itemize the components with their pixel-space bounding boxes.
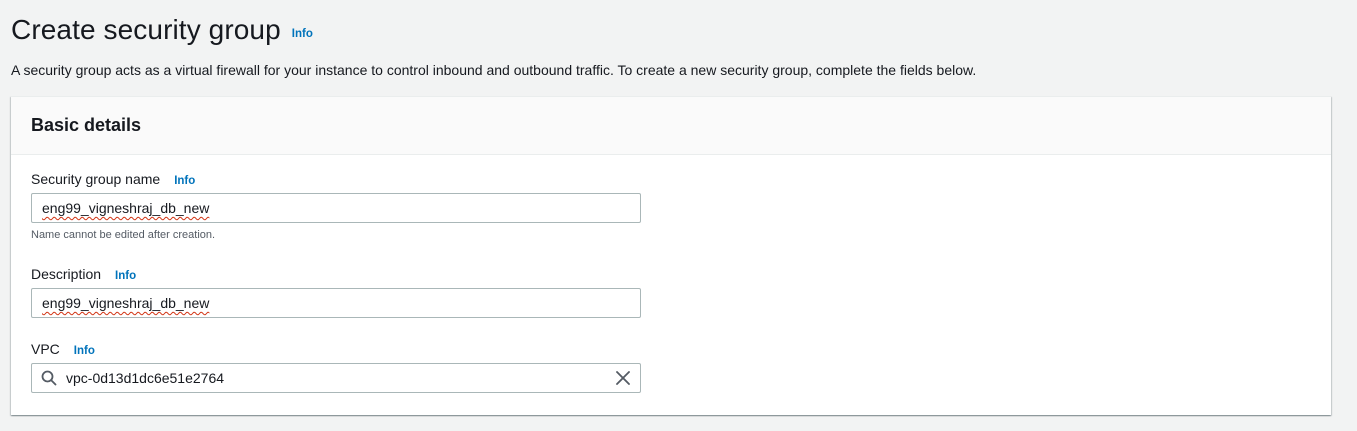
vpc-info-link[interactable]: Info	[74, 345, 95, 357]
security-group-name-constraint: Name cannot be edited after creation.	[31, 229, 216, 241]
basic-details-title: Basic details	[31, 115, 142, 135]
close-icon[interactable]	[615, 370, 631, 386]
description-value: eng99_vigneshraj_db_new	[42, 295, 210, 311]
page-description: A security group acts as a virtual firew…	[11, 62, 977, 78]
page-title: Create security group	[11, 14, 281, 45]
security-group-name-label: Security group name	[31, 171, 161, 187]
description-info-link[interactable]: Info	[115, 270, 136, 282]
security-group-name-input[interactable]: eng99_vigneshraj_db_new	[31, 193, 641, 223]
description-label: Description	[31, 266, 102, 282]
security-group-name-info-link[interactable]: Info	[174, 175, 195, 187]
vpc-label: VPC	[31, 341, 60, 357]
basic-details-panel: Basic details Security group name Info e…	[11, 96, 1331, 415]
description-input[interactable]: eng99_vigneshraj_db_new	[31, 288, 641, 318]
vpc-value: vpc-0d13d1dc6e51e2764	[66, 370, 225, 386]
security-group-name-value: eng99_vigneshraj_db_new	[42, 200, 210, 216]
vpc-search-input[interactable]: vpc-0d13d1dc6e51e2764	[31, 363, 641, 393]
description-field: Description Info eng99_vigneshraj_db_new	[31, 266, 641, 318]
page-header: Create security group Info	[11, 12, 313, 48]
page-info-link[interactable]: Info	[292, 28, 313, 40]
search-icon	[41, 370, 57, 386]
vpc-field: VPC Info vpc-0d13d1dc6e51e2764	[31, 341, 641, 393]
basic-details-header: Basic details	[11, 97, 1331, 155]
security-group-name-field: Security group name Info eng99_vigneshra…	[31, 171, 641, 241]
